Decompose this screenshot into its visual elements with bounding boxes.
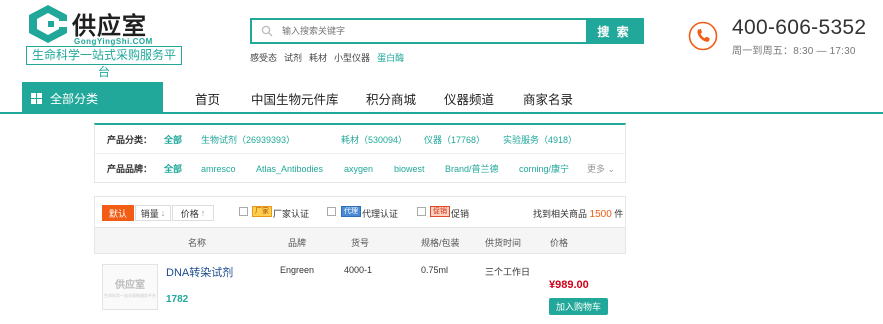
product-name-link[interactable]: DNA转染试剂	[166, 264, 233, 280]
results-table-header: 名称 品牌 货号 规格/包装 供货时间 价格	[94, 227, 626, 254]
category-option-all[interactable]: 全部	[164, 133, 182, 146]
all-categories-label: 全部分类	[50, 91, 99, 106]
product-delivery: 三个工作日	[485, 267, 531, 277]
nav-item-points-mall[interactable]: 积分商城	[366, 89, 416, 108]
product-id: 1782	[166, 294, 189, 305]
product-price: ¥989.00	[549, 279, 589, 291]
logo-mark-icon	[29, 5, 67, 43]
more-brands-button[interactable]: 更多 ⌄	[587, 162, 615, 175]
filter-panel: 产品分类： 全部 生物试剂（26939393） 耗材（530094） 仪器（17…	[94, 123, 626, 183]
manufacturer-tag: 厂家	[252, 206, 272, 217]
brand-option[interactable]: amresco	[201, 164, 236, 174]
brand-option-all[interactable]: 全部	[164, 162, 182, 175]
agent-cert-label: 代理认证	[362, 209, 399, 219]
category-filter-label: 产品分类：	[107, 134, 153, 145]
agent-cert-checkbox[interactable]	[327, 207, 336, 216]
column-header-price: 价格	[550, 238, 569, 248]
category-option-services[interactable]: 实验服务（4918）	[503, 133, 577, 146]
thumbnail-logo: 供应室	[115, 279, 145, 291]
category-option-reagents[interactable]: 生物试剂（26939393）	[201, 133, 295, 146]
sort-sales-button[interactable]: 销量 ↓	[135, 205, 171, 221]
hot-term[interactable]: 耗材	[309, 51, 327, 64]
agent-tag: 代理	[341, 206, 361, 217]
product-thumbnail[interactable]: 供应室 生命科学一站式采购服务平台	[102, 264, 158, 310]
result-count-suffix: 件	[614, 209, 624, 219]
sort-default-button[interactable]: 默认	[102, 205, 134, 221]
brand-option[interactable]: axygen	[344, 164, 373, 174]
search-button[interactable]: 搜 索	[586, 20, 642, 42]
result-count: 找到相关商品 1500 件	[533, 207, 623, 220]
column-header-delivery: 供货时间	[485, 238, 522, 248]
phone-number: 400-606-5352	[732, 16, 867, 39]
brand-option[interactable]: corning/康宁	[519, 162, 569, 175]
nav-item-biobrick[interactable]: 中国生物元件库	[251, 89, 339, 108]
brand-option[interactable]: Atlas_Antibodies	[256, 164, 323, 174]
hot-search-terms: 感受态 试剂 耗材 小型仪器 蛋白酶	[250, 51, 404, 64]
product-code: 4000-1	[344, 265, 373, 275]
site-slogan: 生命科学一站式采购服务平台	[26, 46, 182, 79]
hot-term[interactable]: 试剂	[284, 51, 302, 64]
sort-sales-label: 销量	[140, 208, 159, 219]
result-count-prefix: 找到相关商品	[533, 209, 588, 219]
more-label: 更多	[587, 164, 606, 174]
hot-term[interactable]: 小型仪器	[334, 51, 370, 64]
sort-price-label: 价格	[180, 208, 199, 219]
hot-term[interactable]: 感受态	[250, 51, 277, 64]
arrow-down-icon: ↓	[160, 208, 166, 218]
category-option-consumables[interactable]: 耗材（530094）	[341, 133, 407, 146]
nav-item-merchants[interactable]: 商家名录	[523, 89, 573, 108]
brand-filter-label: 产品品牌：	[107, 164, 153, 174]
column-header-brand: 品牌	[288, 238, 307, 248]
column-header-code: 货号	[351, 238, 370, 248]
nav-item-instruments[interactable]: 仪器频道	[444, 89, 494, 108]
brand-option[interactable]: Brand/普兰德	[445, 162, 499, 175]
category-option-instruments[interactable]: 仪器（17768）	[424, 133, 485, 146]
brand-filter-row: 产品品牌： 全部 amresco Atlas_Antibodies axygen…	[95, 154, 625, 183]
column-header-name: 名称	[188, 238, 207, 248]
all-categories-button[interactable]: 全部分类	[22, 82, 163, 114]
promotion-label: 促销	[451, 209, 470, 219]
sort-price-button[interactable]: 价格 ↑	[172, 205, 214, 221]
manufacturer-cert-checkbox[interactable]	[239, 207, 248, 216]
grid-icon	[31, 92, 42, 104]
chevron-down-icon: ⌄	[607, 164, 616, 174]
hot-term-highlighted[interactable]: 蛋白酶	[377, 51, 404, 64]
thumbnail-slogan: 生命科学一站式采购服务平台	[104, 292, 156, 298]
add-to-cart-button[interactable]: 加入购物车	[549, 298, 608, 315]
category-filter-row: 产品分类： 全部 生物试剂（26939393） 耗材（530094） 仪器（17…	[95, 125, 625, 154]
nav-item-home[interactable]: 首页	[195, 89, 220, 108]
column-header-spec: 规格/包装	[421, 238, 460, 248]
logo-subtitle: GongYingShi.COM	[74, 37, 153, 46]
promotion-tag: 促销	[430, 206, 450, 217]
search-input[interactable]	[282, 20, 586, 42]
logo-title: 供应室	[72, 12, 147, 40]
search-bar: 搜 索	[250, 18, 644, 44]
service-hours: 周一到周五：8:30 — 17:30	[732, 46, 856, 57]
sort-bar: 默认 销量 ↓ 价格 ↑ 厂家 厂家认证 代理 代理认证 促销 促销 找到相关商品 …	[94, 196, 626, 227]
phone-icon	[688, 21, 718, 51]
manufacturer-cert-label: 厂家认证	[273, 209, 310, 219]
result-count-value: 1500	[589, 209, 612, 220]
brand-option[interactable]: biowest	[394, 164, 425, 174]
product-brand: Engreen	[280, 265, 315, 275]
search-icon	[252, 20, 282, 42]
arrow-up-icon: ↑	[200, 208, 206, 218]
promotion-checkbox[interactable]	[417, 207, 426, 216]
product-spec: 0.75ml	[421, 265, 449, 275]
